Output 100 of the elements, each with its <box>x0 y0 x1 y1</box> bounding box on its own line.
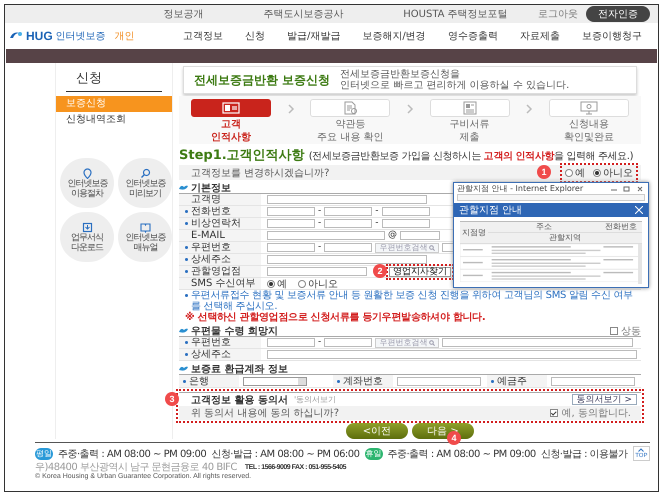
phone-field[interactable] <box>382 219 430 228</box>
email-field[interactable] <box>400 231 440 240</box>
shortcut-button[interactable]: 인터넷보증 이용절차 <box>60 158 114 208</box>
checkbox[interactable] <box>610 326 618 334</box>
nav-item[interactable]: 신청 <box>245 29 265 43</box>
step-label: 확인및완료 <box>564 132 614 143</box>
bank-dropdown[interactable] <box>243 376 307 386</box>
top-link[interactable]: 정보공개 <box>163 7 204 21</box>
step-marker: 1 <box>537 165 551 179</box>
zipcode-field[interactable] <box>267 338 315 347</box>
consent-title: 고객정보 활용 동의서 <box>191 394 288 406</box>
text-field[interactable] <box>267 195 427 204</box>
page-description: 전세보증금반환보증신청을 <box>340 69 462 80</box>
field-label: 비상연락처 <box>191 218 241 229</box>
phone-field[interactable] <box>324 219 372 228</box>
step-marker: 2 <box>373 264 387 278</box>
text-field[interactable] <box>267 350 637 359</box>
shortcut-button[interactable]: 인터넷보증 미리보기 <box>118 158 172 208</box>
warning-note: ※ 선택하신 관할영업점으로 신청서류를 등기우편발송하셔야 합니다. <box>184 312 486 323</box>
step-heading: Step1.고객인적사항 <box>179 147 305 164</box>
section-title: 보증료 환급계좌 정보 <box>191 362 288 376</box>
section-icon <box>179 327 188 334</box>
separator: - <box>318 243 322 252</box>
info-note: 우편서류접수 현황 및 보증서류 안내 등 원활한 보증 신청 진행을 위하여 고객님의 SMS 알림 수신 여부를 선택해 주십시오. <box>191 290 634 312</box>
separator: - <box>318 207 322 216</box>
form-icon <box>460 101 479 115</box>
step-note: (전세보증금반환보증 가입을 신청하시는 고객의 인적사항을 입력해 주세요.) <box>308 150 634 163</box>
caret-icon <box>638 448 644 452</box>
field-label: 상세주소 <box>191 254 231 265</box>
shortcut-button[interactable]: 업무서식 다운로드 <box>60 212 114 262</box>
shortcut-label: 인터넷보증 <box>124 233 166 242</box>
close-icon[interactable] <box>635 206 643 214</box>
phone-field[interactable] <box>267 207 315 216</box>
shortcut-label: 매뉴얼 <box>132 243 158 252</box>
step-label: 구비서류 <box>450 119 490 130</box>
shortcut-label: 다운로드 <box>70 243 104 252</box>
step-label: 약관등 <box>335 119 366 130</box>
radio-label: 아니오 <box>603 166 633 180</box>
hours-badge: 평일 <box>35 448 53 460</box>
zipcode-field[interactable] <box>324 338 372 347</box>
nav-item[interactable]: 자료제출 <box>520 29 560 43</box>
text-field[interactable] <box>267 255 427 264</box>
pin-icon <box>82 168 92 178</box>
text-field[interactable] <box>551 376 635 386</box>
branch-field[interactable] <box>267 267 367 276</box>
top-link[interactable]: HOUSTA 주택정보포털 <box>403 7 508 21</box>
popup-heading: 관할지점 안내 <box>459 204 522 217</box>
shortcut-label: 인터넷보증 <box>66 179 108 188</box>
checkbox-label: 예, 동의합니다. <box>561 407 631 420</box>
question-text: 고객정보를 변경하시겠습니까? <box>191 166 330 180</box>
hours-text: 주중·출력 : AM 08:00 ~ PM 09:00 <box>388 448 536 460</box>
nav-item[interactable]: 보증해지/변경 <box>362 29 426 43</box>
step-marker: 3 <box>165 392 179 406</box>
checkbox-label: 상동 <box>621 324 641 338</box>
field-label: 은행 <box>189 376 209 386</box>
top-link[interactable]: 주택도시보증공사 <box>263 7 344 21</box>
column-header: 주소 <box>488 222 600 233</box>
previous-button[interactable]: <이전 <box>346 423 408 439</box>
sidebar-item[interactable]: 신청내역조회 <box>56 112 172 128</box>
consent-question: 위 동의서 내용에 동의 하십니까? <box>191 407 340 420</box>
id-card-icon <box>222 101 240 115</box>
nav-item[interactable]: 영수증출력 <box>448 29 498 43</box>
sidebar-title: 신청 <box>66 69 162 92</box>
address-field[interactable] <box>442 338 633 347</box>
nav-item[interactable]: 발급/재발급 <box>287 29 340 43</box>
chevron-icon <box>406 104 414 114</box>
field-label: SMS 수신여부 <box>191 278 256 289</box>
field-label: 계좌번호 <box>343 376 383 386</box>
column-header: 관할지역 <box>488 233 642 244</box>
text-field[interactable] <box>397 376 481 386</box>
search-icon <box>140 168 150 178</box>
radio-button[interactable] <box>298 280 306 288</box>
monitor-icon <box>580 101 598 115</box>
radio-button[interactable] <box>267 280 275 288</box>
view-consent-button[interactable]: 동의서보기 > <box>572 394 637 405</box>
radio-label: 예 <box>575 166 585 180</box>
column-header: 전화번호 <box>600 222 642 233</box>
email-field[interactable] <box>267 231 385 240</box>
hours-text: 신청·발급 : 이용불가 <box>540 448 628 460</box>
zipcode-field[interactable] <box>324 243 372 252</box>
shortcut-button[interactable]: 인터넷보증 매뉴얼 <box>118 212 172 262</box>
page-description: 인터넷으로 빠르고 편리하게 이용하실 수 있습니다. <box>340 80 570 91</box>
field-label: 고객명 <box>191 194 221 205</box>
section-icon <box>179 365 188 372</box>
zipcode-field[interactable] <box>267 243 315 252</box>
nav-item[interactable]: 고객정보 <box>183 29 223 43</box>
certificate-button[interactable]: 전자인증 <box>586 6 650 22</box>
checkbox[interactable] <box>550 409 558 417</box>
nav-item[interactable]: 보증이행청구 <box>582 29 642 43</box>
logout-link[interactable]: 로그아웃 <box>538 7 578 21</box>
branch-search-button[interactable]: 영업지사찾기 <box>389 266 451 276</box>
radio-button[interactable] <box>593 168 601 176</box>
phone-field[interactable] <box>267 219 315 228</box>
search-icon <box>429 244 436 250</box>
phone-field[interactable] <box>324 207 372 216</box>
step-marker: 4 <box>447 431 461 445</box>
step-label: 고객 <box>221 119 241 130</box>
radio-button[interactable] <box>565 168 573 176</box>
phone-field[interactable] <box>382 207 430 216</box>
address-text: 우)48400 부산광역시 남구 문현금융로 40 BIFC <box>35 462 237 473</box>
